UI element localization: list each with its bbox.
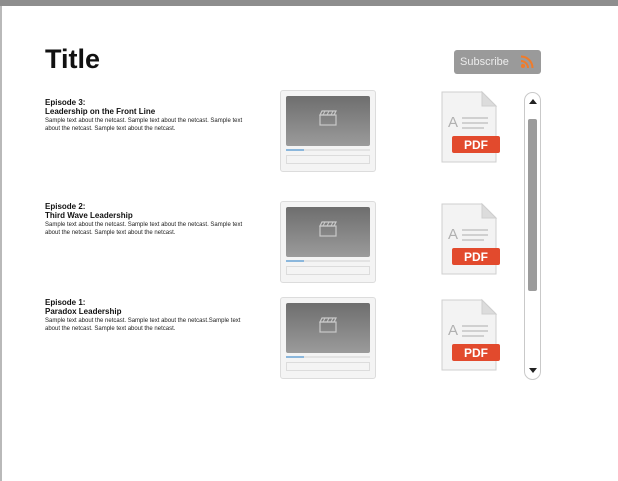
svg-text:A: A bbox=[448, 114, 458, 131]
episode-title: Third Wave Leadership bbox=[45, 211, 133, 220]
scroll-up-icon[interactable] bbox=[529, 99, 537, 104]
episode-description: Sample text about the netcast. Sample te… bbox=[45, 318, 241, 332]
page-title: Title bbox=[45, 44, 101, 74]
left-border bbox=[0, 6, 2, 481]
video-progress[interactable] bbox=[286, 356, 370, 358]
video-controls[interactable] bbox=[286, 266, 370, 275]
video-screen bbox=[286, 303, 370, 353]
subscribe-label: Subscribe bbox=[460, 56, 509, 68]
video-controls[interactable] bbox=[286, 362, 370, 371]
video-player[interactable] bbox=[280, 201, 376, 283]
pdf-icon[interactable]: A PDF bbox=[436, 298, 502, 372]
svg-text:A: A bbox=[448, 226, 458, 243]
pdf-icon[interactable]: A PDF bbox=[436, 90, 502, 164]
clapperboard-icon bbox=[319, 317, 337, 333]
video-player[interactable] bbox=[280, 90, 376, 172]
video-screen bbox=[286, 96, 370, 146]
rss-icon bbox=[520, 55, 534, 69]
video-player[interactable] bbox=[280, 297, 376, 379]
episode-item: Episode 1: Paradox Leadership Sample tex… bbox=[45, 298, 245, 333]
episode-number: Episode 1: bbox=[45, 298, 86, 307]
svg-text:PDF: PDF bbox=[464, 250, 488, 264]
scrollbar-thumb[interactable] bbox=[528, 119, 537, 291]
episode-description: Sample text about the netcast. Sample te… bbox=[45, 222, 243, 236]
top-border bbox=[0, 0, 618, 6]
episode-title: Paradox Leadership bbox=[45, 307, 122, 316]
scroll-down-icon[interactable] bbox=[529, 368, 537, 373]
episode-number: Episode 3: bbox=[45, 98, 86, 107]
pdf-icon[interactable]: A PDF bbox=[436, 202, 502, 276]
clapperboard-icon bbox=[319, 110, 337, 126]
scrollbar[interactable] bbox=[524, 92, 541, 380]
video-progress[interactable] bbox=[286, 260, 370, 262]
episode-item: Episode 3: Leadership on the Front Line … bbox=[45, 98, 245, 133]
episode-item: Episode 2: Third Wave Leadership Sample … bbox=[45, 202, 245, 237]
subscribe-button[interactable]: Subscribe bbox=[454, 50, 541, 74]
episode-title: Leadership on the Front Line bbox=[45, 107, 156, 116]
clapperboard-icon bbox=[319, 221, 337, 237]
episode-number: Episode 2: bbox=[45, 202, 86, 211]
svg-text:PDF: PDF bbox=[464, 138, 488, 152]
svg-text:A: A bbox=[448, 322, 458, 339]
video-controls[interactable] bbox=[286, 155, 370, 164]
video-screen bbox=[286, 207, 370, 257]
svg-text:PDF: PDF bbox=[464, 346, 488, 360]
episode-description: Sample text about the netcast. Sample te… bbox=[45, 118, 243, 132]
video-progress[interactable] bbox=[286, 149, 370, 151]
